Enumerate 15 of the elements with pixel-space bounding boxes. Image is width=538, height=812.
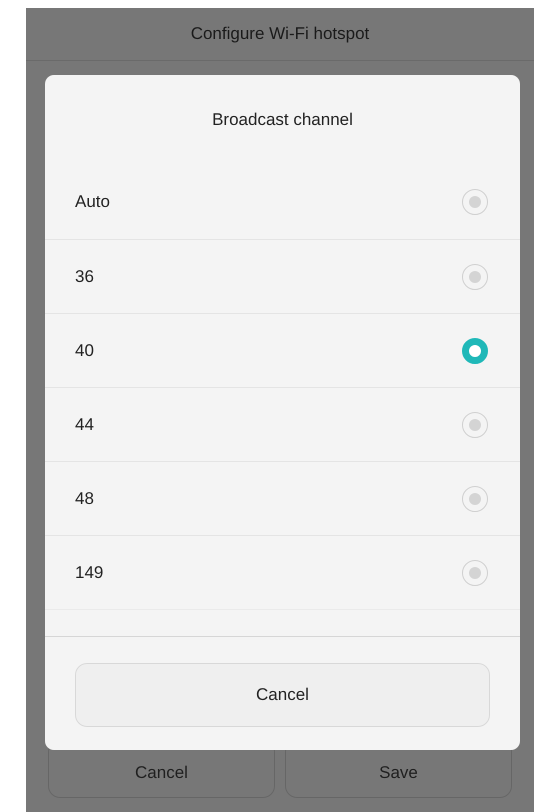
radio-button[interactable] bbox=[462, 486, 488, 512]
radio-button[interactable] bbox=[462, 412, 488, 438]
channel-option[interactable]: 36 bbox=[45, 239, 520, 313]
screen-title: Configure Wi-Fi hotspot bbox=[190, 23, 370, 46]
radio-button[interactable] bbox=[462, 264, 488, 290]
channel-option[interactable]: 44 bbox=[45, 387, 520, 461]
channel-option[interactable]: 40 bbox=[45, 313, 520, 387]
channel-option[interactable]: 48 bbox=[45, 461, 520, 535]
radio-button[interactable] bbox=[462, 189, 488, 215]
channel-option[interactable]: Auto bbox=[45, 165, 520, 239]
dialog-title: Broadcast channel bbox=[212, 109, 353, 132]
cancel-button[interactable]: Cancel bbox=[75, 663, 490, 727]
channel-option[interactable]: 149 bbox=[45, 535, 520, 609]
radio-button[interactable] bbox=[462, 560, 488, 586]
radio-button[interactable] bbox=[462, 338, 488, 364]
